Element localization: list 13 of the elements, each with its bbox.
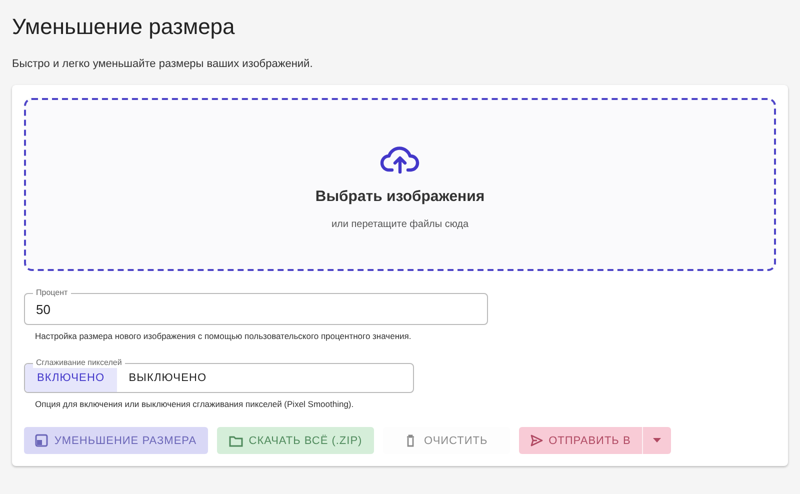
page-subtitle: Быстро и легко уменьшайте размеры ваших изображений.	[12, 58, 313, 70]
dropzone-title: Выбрать изображения	[315, 188, 485, 204]
help-text: Опция для включения или выключения сглаживания пикселей (Pixel Smoothing).	[34, 399, 354, 409]
send-icon	[530, 434, 543, 447]
cloud-upload-icon	[380, 144, 420, 174]
page-title: Уменьшение размера	[12, 14, 235, 40]
help-text: Настройка размера нового изображения с помощью пользовательского процентного значения.	[34, 331, 412, 341]
folder-icon	[228, 434, 243, 446]
caret-icon	[652, 438, 661, 443]
dropzone[interactable]: Выбрать изображения или перетащите файлы сюда	[24, 98, 776, 271]
field-label: Сглаживание пикселей	[33, 358, 125, 368]
dropzone-hint: или перетащите файлы сюда	[331, 218, 469, 230]
resize-icon	[35, 434, 48, 447]
